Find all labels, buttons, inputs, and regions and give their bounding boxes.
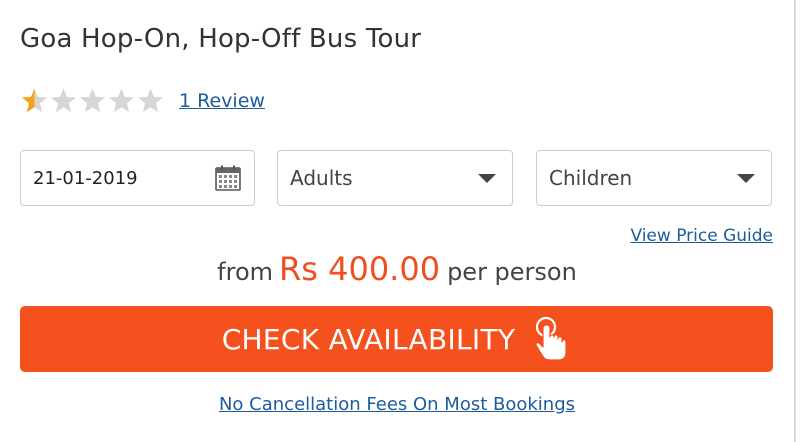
date-value[interactable]: 21-01-2019 <box>33 168 138 189</box>
price-line: from Rs 400.00 per person <box>0 250 794 288</box>
price-suffix: per person <box>447 258 577 286</box>
check-availability-button[interactable]: CHECK AVAILABILITY <box>20 306 773 372</box>
adults-select-label: Adults <box>290 166 353 190</box>
children-select[interactable]: Children <box>536 150 772 206</box>
hand-pointer-icon[interactable] <box>531 315 571 363</box>
view-price-guide-link[interactable]: View Price Guide <box>630 226 773 246</box>
star-empty-icon <box>137 88 164 113</box>
check-availability-label[interactable]: CHECK AVAILABILITY <box>222 323 516 356</box>
price-amount: Rs 400.00 <box>279 250 441 288</box>
star-filled-icon <box>21 88 48 113</box>
no-cancellation-fees-link[interactable]: No Cancellation Fees On Most Bookings <box>0 394 794 415</box>
star-empty-icon <box>79 88 106 113</box>
rating-row: 1 Review <box>20 84 265 118</box>
calendar-icon[interactable] <box>214 164 242 192</box>
children-select-label: Children <box>549 166 633 190</box>
star-empty-icon <box>50 88 77 113</box>
star-empty-icon <box>108 88 135 113</box>
adults-select[interactable]: Adults <box>277 150 513 206</box>
price-prefix: from <box>217 258 274 286</box>
panel-right-border <box>794 0 796 442</box>
product-title: Goa Hop-On, Hop-Off Bus Tour <box>20 24 422 54</box>
review-link[interactable]: 1 Review <box>179 90 265 112</box>
chevron-down-icon <box>737 173 755 183</box>
date-picker-field[interactable]: 21-01-2019 <box>20 150 255 206</box>
chevron-down-icon <box>478 173 496 183</box>
star-rating <box>20 86 165 116</box>
